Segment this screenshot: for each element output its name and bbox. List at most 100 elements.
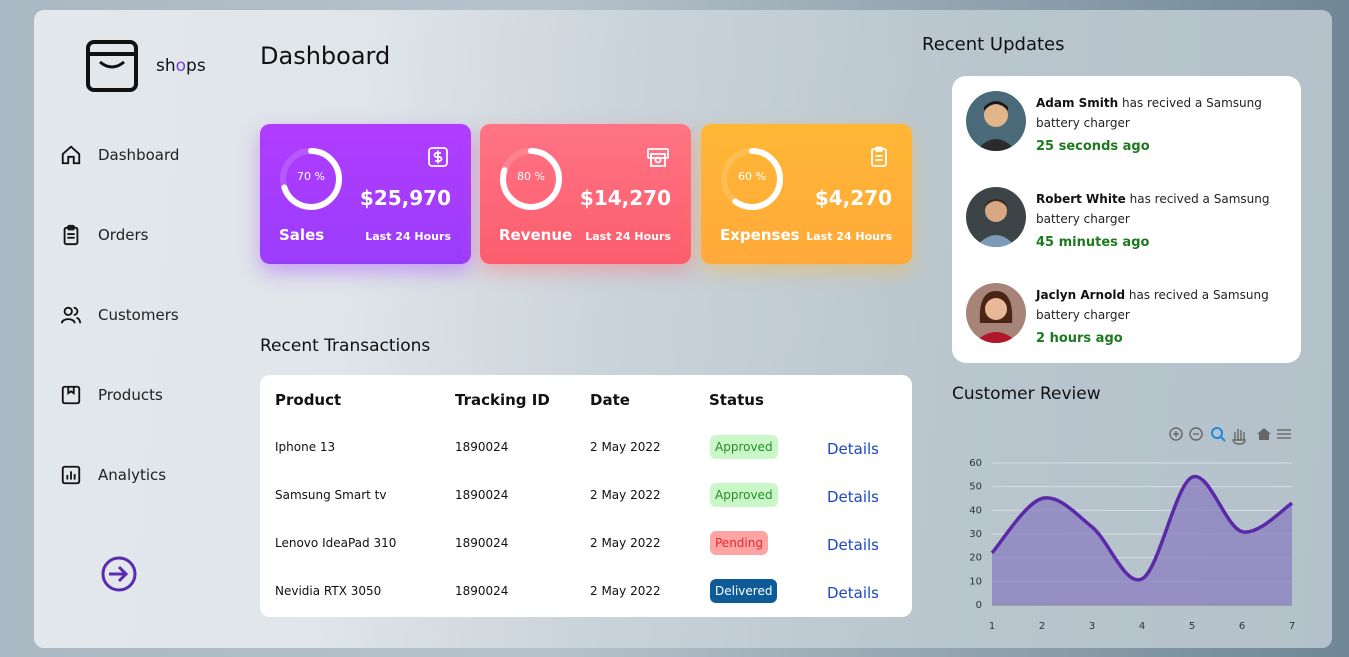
update-text: Jaclyn Arnold has recived a Samsung batt… [1036, 288, 1269, 322]
date-cell: 2 May 2022 [590, 488, 661, 502]
status-badge: Delivered [710, 579, 778, 603]
card-subtitle: Last 24 Hours [365, 230, 451, 243]
x-tick-label: 2 [1039, 621, 1045, 632]
update-text: Robert White has recived a Samsung batte… [1036, 192, 1270, 226]
card-value: $14,270 [579, 186, 671, 210]
status-badge: Pending [710, 531, 768, 555]
avatar [966, 283, 1026, 343]
details-link[interactable]: Details [827, 536, 879, 554]
brand-name: shops [156, 56, 206, 76]
money-icon [647, 148, 669, 167]
menu-icon[interactable] [1277, 429, 1291, 439]
x-tick-label: 5 [1189, 621, 1195, 632]
shopping-bag-icon [86, 40, 138, 92]
details-link[interactable]: Details [827, 584, 879, 602]
y-tick-label: 50 [969, 482, 982, 493]
clipboard-icon [871, 146, 887, 167]
date-cell: 2 May 2022 [590, 584, 661, 598]
tracking-cell: 1890024 [455, 488, 509, 502]
x-tick-label: 3 [1089, 621, 1095, 632]
card-subtitle: Last 24 Hours [806, 230, 892, 243]
y-tick-label: 40 [969, 505, 982, 516]
status-badge: Approved [710, 483, 778, 507]
area-chart: 0 10 20 30 40 50 60 1 2 3 4 5 6 7 [969, 427, 1295, 632]
sales-card[interactable]: 70 % Sales $25,970 Last 24 Hours [260, 124, 471, 264]
y-tick-label: 20 [969, 553, 982, 564]
updates-panel: Adam Smith has recived a Samsung battery… [952, 76, 1301, 363]
users-icon [60, 306, 82, 324]
tracking-cell: 1890024 [455, 440, 509, 454]
sidebar-item-dashboard[interactable]: Dashboard [60, 144, 179, 166]
clipboard-icon [63, 224, 79, 246]
product-cell: Lenovo IdeaPad 310 [275, 536, 397, 550]
sidebar-item-orders[interactable]: Orders [60, 224, 148, 246]
bar-chart-icon [61, 465, 81, 485]
x-axis: 1 2 3 4 5 6 7 [989, 621, 1295, 632]
sidebar-item-label: Products [98, 386, 163, 404]
sidebar-item-analytics[interactable]: Analytics [60, 464, 166, 486]
home-icon [61, 145, 81, 165]
x-tick-label: 1 [989, 621, 995, 632]
sidebar-item-products[interactable]: Products [60, 384, 163, 406]
zoom-in-icon[interactable] [1169, 427, 1183, 441]
y-tick-label: 0 [976, 600, 982, 611]
card-value: $25,970 [359, 186, 451, 210]
x-tick-label: 6 [1239, 621, 1245, 632]
update-time: 45 minutes ago [1036, 235, 1150, 250]
details-link[interactable]: Details [827, 488, 879, 506]
transactions-table: Product Tracking ID Date Status Iphone 1… [260, 375, 912, 617]
box-icon [61, 385, 81, 405]
page-title: Dashboard [260, 42, 391, 70]
product-cell: Nevidia RTX 3050 [275, 584, 382, 598]
product-cell: Iphone 13 [275, 440, 336, 454]
tracking-cell: 1890024 [455, 584, 509, 598]
zoom-out-icon[interactable] [1189, 427, 1203, 441]
transactions-title: Recent Transactions [260, 336, 431, 356]
dollar-icon [428, 147, 448, 167]
card-value: $4,270 [814, 186, 892, 210]
card-title: Revenue [499, 226, 573, 244]
product-cell: Samsung Smart tv [275, 488, 387, 502]
status-badge: Approved [710, 435, 778, 459]
column-header: Product [275, 391, 342, 409]
review-title: Customer Review [952, 384, 1101, 404]
column-header: Status [709, 391, 764, 409]
card-title: Sales [279, 226, 325, 244]
details-link[interactable]: Details [827, 440, 879, 458]
y-tick-label: 60 [969, 458, 982, 469]
sidebar-item-label: Customers [98, 306, 179, 324]
reset-home-icon[interactable] [1257, 428, 1271, 440]
date-cell: 2 May 2022 [590, 536, 661, 550]
brand-logo[interactable]: shops [86, 40, 206, 92]
percent-label: 70 % [297, 170, 325, 183]
column-header: Tracking ID [455, 391, 550, 409]
expenses-card[interactable]: 60 % Expenses $4,270 Last 24 Hours [701, 124, 912, 264]
sidebar-item-customers[interactable]: Customers [60, 304, 179, 326]
update-time: 25 seconds ago [1036, 139, 1150, 154]
avatar [966, 187, 1026, 247]
sidebar-item-label: Analytics [98, 466, 167, 484]
sidebar-item-label: Dashboard [98, 146, 180, 164]
y-axis: 0 10 20 30 40 50 60 [969, 458, 982, 611]
pan-hand-icon[interactable] [1232, 429, 1246, 445]
tracking-cell: 1890024 [455, 536, 509, 550]
x-tick-label: 7 [1289, 621, 1295, 632]
y-tick-label: 10 [969, 576, 982, 587]
selection-zoom-icon[interactable] [1211, 427, 1226, 442]
revenue-card[interactable]: 80 % Revenue $14,270 Last 24 Hours [480, 124, 691, 264]
card-title: Expenses [720, 226, 800, 244]
sidebar-item-label: Orders [98, 226, 149, 244]
update-time: 2 hours ago [1036, 331, 1123, 346]
logout-icon[interactable] [100, 555, 138, 593]
updates-title: Recent Updates [922, 34, 1065, 55]
x-tick-label: 4 [1139, 621, 1145, 632]
review-chart: 0 10 20 30 40 50 60 1 2 3 4 5 6 7 [952, 422, 1302, 632]
avatar [966, 91, 1026, 151]
update-text: Adam Smith has recived a Samsung battery… [1036, 96, 1262, 130]
card-subtitle: Last 24 Hours [585, 230, 671, 243]
column-header: Date [590, 391, 630, 409]
chart-toolbar [1169, 427, 1291, 445]
percent-label: 60 % [738, 170, 766, 183]
date-cell: 2 May 2022 [590, 440, 661, 454]
y-tick-label: 30 [969, 529, 982, 540]
